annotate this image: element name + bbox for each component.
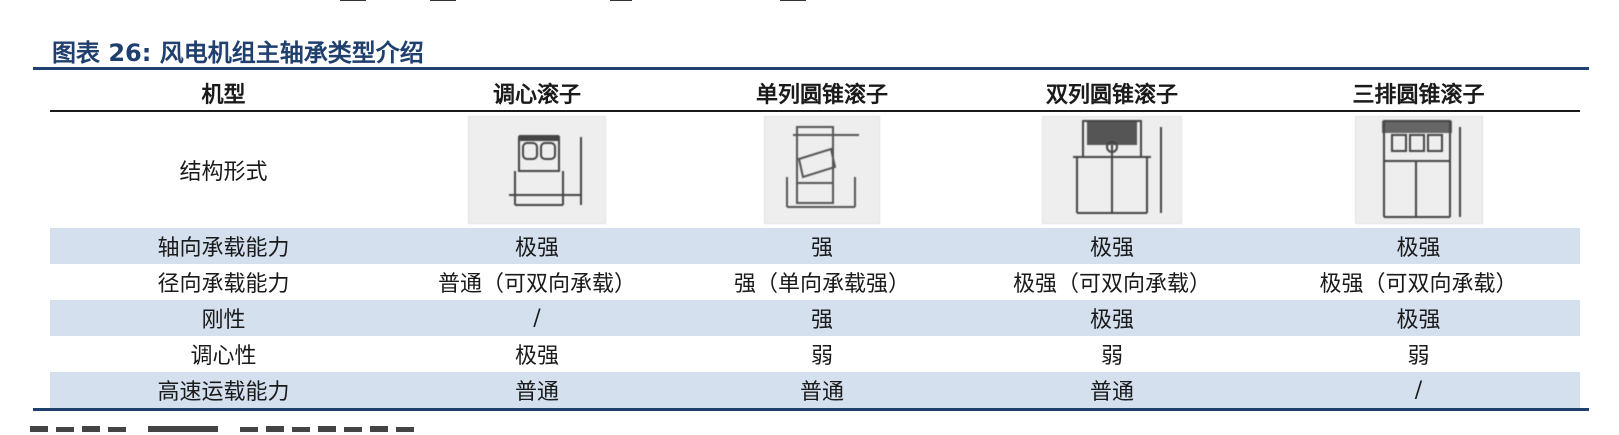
header-double-row-tapered: 双列圆锥滚子 <box>1045 81 1178 108</box>
table-row-structure: 结构形式 <box>50 112 1580 227</box>
header-model: 机型 <box>201 81 246 108</box>
header-single-row-tapered: 单列圆锥滚子 <box>755 81 888 108</box>
double-row-tapered-roller-bearing-diagram-icon <box>1042 115 1182 224</box>
table-cell: / <box>533 305 541 331</box>
table-cell: 极强（可双向承载） <box>1319 272 1518 297</box>
row-label: 高速运载能力 <box>157 380 290 405</box>
table-row: 轴向承载能力 极强 强 极强 极强 <box>50 228 1580 264</box>
table-cell: 普通 <box>514 380 559 405</box>
header-spherical-roller: 调心滚子 <box>492 81 581 108</box>
table-row: 调心性 极强 弱 弱 弱 <box>50 336 1580 372</box>
table-cell: 极强 <box>514 344 559 369</box>
table-row: 刚性 / 强 极强 极强 <box>50 300 1580 336</box>
row-label: 径向承载能力 <box>157 272 290 297</box>
table-cell: 强（单向承载强） <box>733 272 910 297</box>
header-three-row-tapered: 三排圆锥滚子 <box>1352 81 1485 108</box>
table-row: 高速运载能力 普通 普通 普通 / <box>50 372 1580 408</box>
row-label: 轴向承载能力 <box>157 236 290 261</box>
table-cell: 普通 <box>799 380 844 405</box>
clipped-source-fragment <box>30 414 470 435</box>
table-header-row: 机型 调心滚子 单列圆锥滚子 双列圆锥滚子 三排圆锥滚子 <box>50 75 1580 110</box>
table-cell: 弱 <box>1100 344 1123 369</box>
table-cell: 极强 <box>514 236 559 261</box>
table-cell: 极强 <box>1396 236 1441 261</box>
structure-label: 结构形式 <box>179 159 268 185</box>
row-label: 刚性 <box>201 308 246 333</box>
table-cell: 极强 <box>1089 236 1134 261</box>
table-cell: 强 <box>810 236 833 261</box>
spherical-roller-bearing-diagram-icon <box>468 115 606 224</box>
table-top-rule <box>33 67 1589 70</box>
table-cell: 极强（可双向承载） <box>1012 272 1211 297</box>
table-cell: 强 <box>810 308 833 333</box>
table-bottom-rule <box>33 408 1589 411</box>
row-label: 调心性 <box>190 344 257 369</box>
table-cell: 极强 <box>1396 308 1441 333</box>
table-cell: 普通 <box>1089 380 1134 405</box>
single-row-tapered-roller-bearing-diagram-icon <box>764 115 880 224</box>
table-cell: 弱 <box>810 344 833 369</box>
table-row: 径向承载能力 普通（可双向承载） 强（单向承载强） 极强（可双向承载） 极强（可… <box>50 264 1580 300</box>
table-cell: 普通（可双向承载） <box>437 272 636 297</box>
clipped-heading-fragment <box>300 0 940 8</box>
table-cell: 极强 <box>1089 308 1134 333</box>
table-cell: 弱 <box>1407 344 1430 369</box>
three-row-tapered-roller-bearing-diagram-icon <box>1354 115 1483 224</box>
table-cell: / <box>1414 377 1423 403</box>
figure-caption: 图表 26: 风电机组主轴承类型介绍 <box>52 39 424 67</box>
